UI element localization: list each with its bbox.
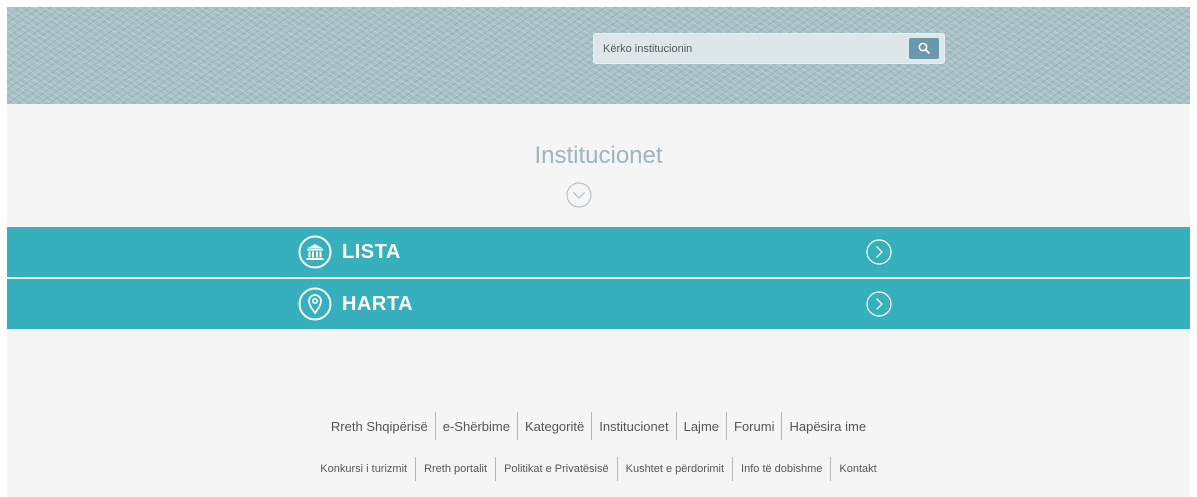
footer-link-konkursi-i-turizmit[interactable]: Konkursi i turizmit [312, 463, 415, 475]
footer-link-kontakt[interactable]: Kontakt [831, 463, 884, 475]
footer-link-info-te-dobishme[interactable]: Info të dobishme [733, 463, 830, 475]
footer-link-kushtet-e-perdorimit[interactable]: Kushtet e përdorimit [618, 463, 732, 475]
chevron-right-icon[interactable] [866, 291, 892, 317]
map-pin-icon [298, 287, 332, 321]
footer-link-forumi[interactable]: Forumi [727, 419, 781, 434]
search-button[interactable] [909, 38, 939, 59]
footer-link-kategorite[interactable]: Kategoritë [518, 419, 591, 434]
header-banner [7, 7, 1190, 104]
footer-link-rreth-shqiperise[interactable]: Rreth Shqipërisë [324, 419, 435, 434]
search-bar [593, 33, 945, 64]
institution-icon [298, 235, 332, 269]
harta-section-link[interactable]: HARTA [7, 279, 1190, 329]
footer-link-hapesira-ime[interactable]: Hapësira ime [782, 419, 873, 434]
page-title: Institucionet [534, 142, 663, 169]
lista-label: LISTA [342, 241, 401, 263]
chevron-down-icon[interactable] [566, 182, 592, 208]
search-icon [918, 42, 930, 54]
harta-label: HARTA [342, 293, 414, 315]
footer-link-e-sherbime[interactable]: e-Shërbime [436, 419, 517, 434]
search-input[interactable] [593, 33, 903, 64]
footer-link-rreth-portalit[interactable]: Rreth portalit [416, 463, 495, 475]
chevron-right-icon[interactable] [866, 239, 892, 265]
page: Institucionet LISTA HARTA [7, 7, 1190, 497]
footer-primary-nav: Rreth Shqipërisë e-Shërbime Kategoritë I… [7, 411, 1190, 441]
lista-section-link[interactable]: LISTA [7, 227, 1190, 277]
footer-link-lajme[interactable]: Lajme [677, 419, 726, 434]
footer-link-institucionet[interactable]: Institucionet [592, 419, 675, 434]
footer-link-politikat-e-privatesise[interactable]: Politikat e Privatësisë [496, 463, 617, 475]
footer-secondary-nav: Konkursi i turizmit Rreth portalit Polit… [7, 456, 1190, 482]
